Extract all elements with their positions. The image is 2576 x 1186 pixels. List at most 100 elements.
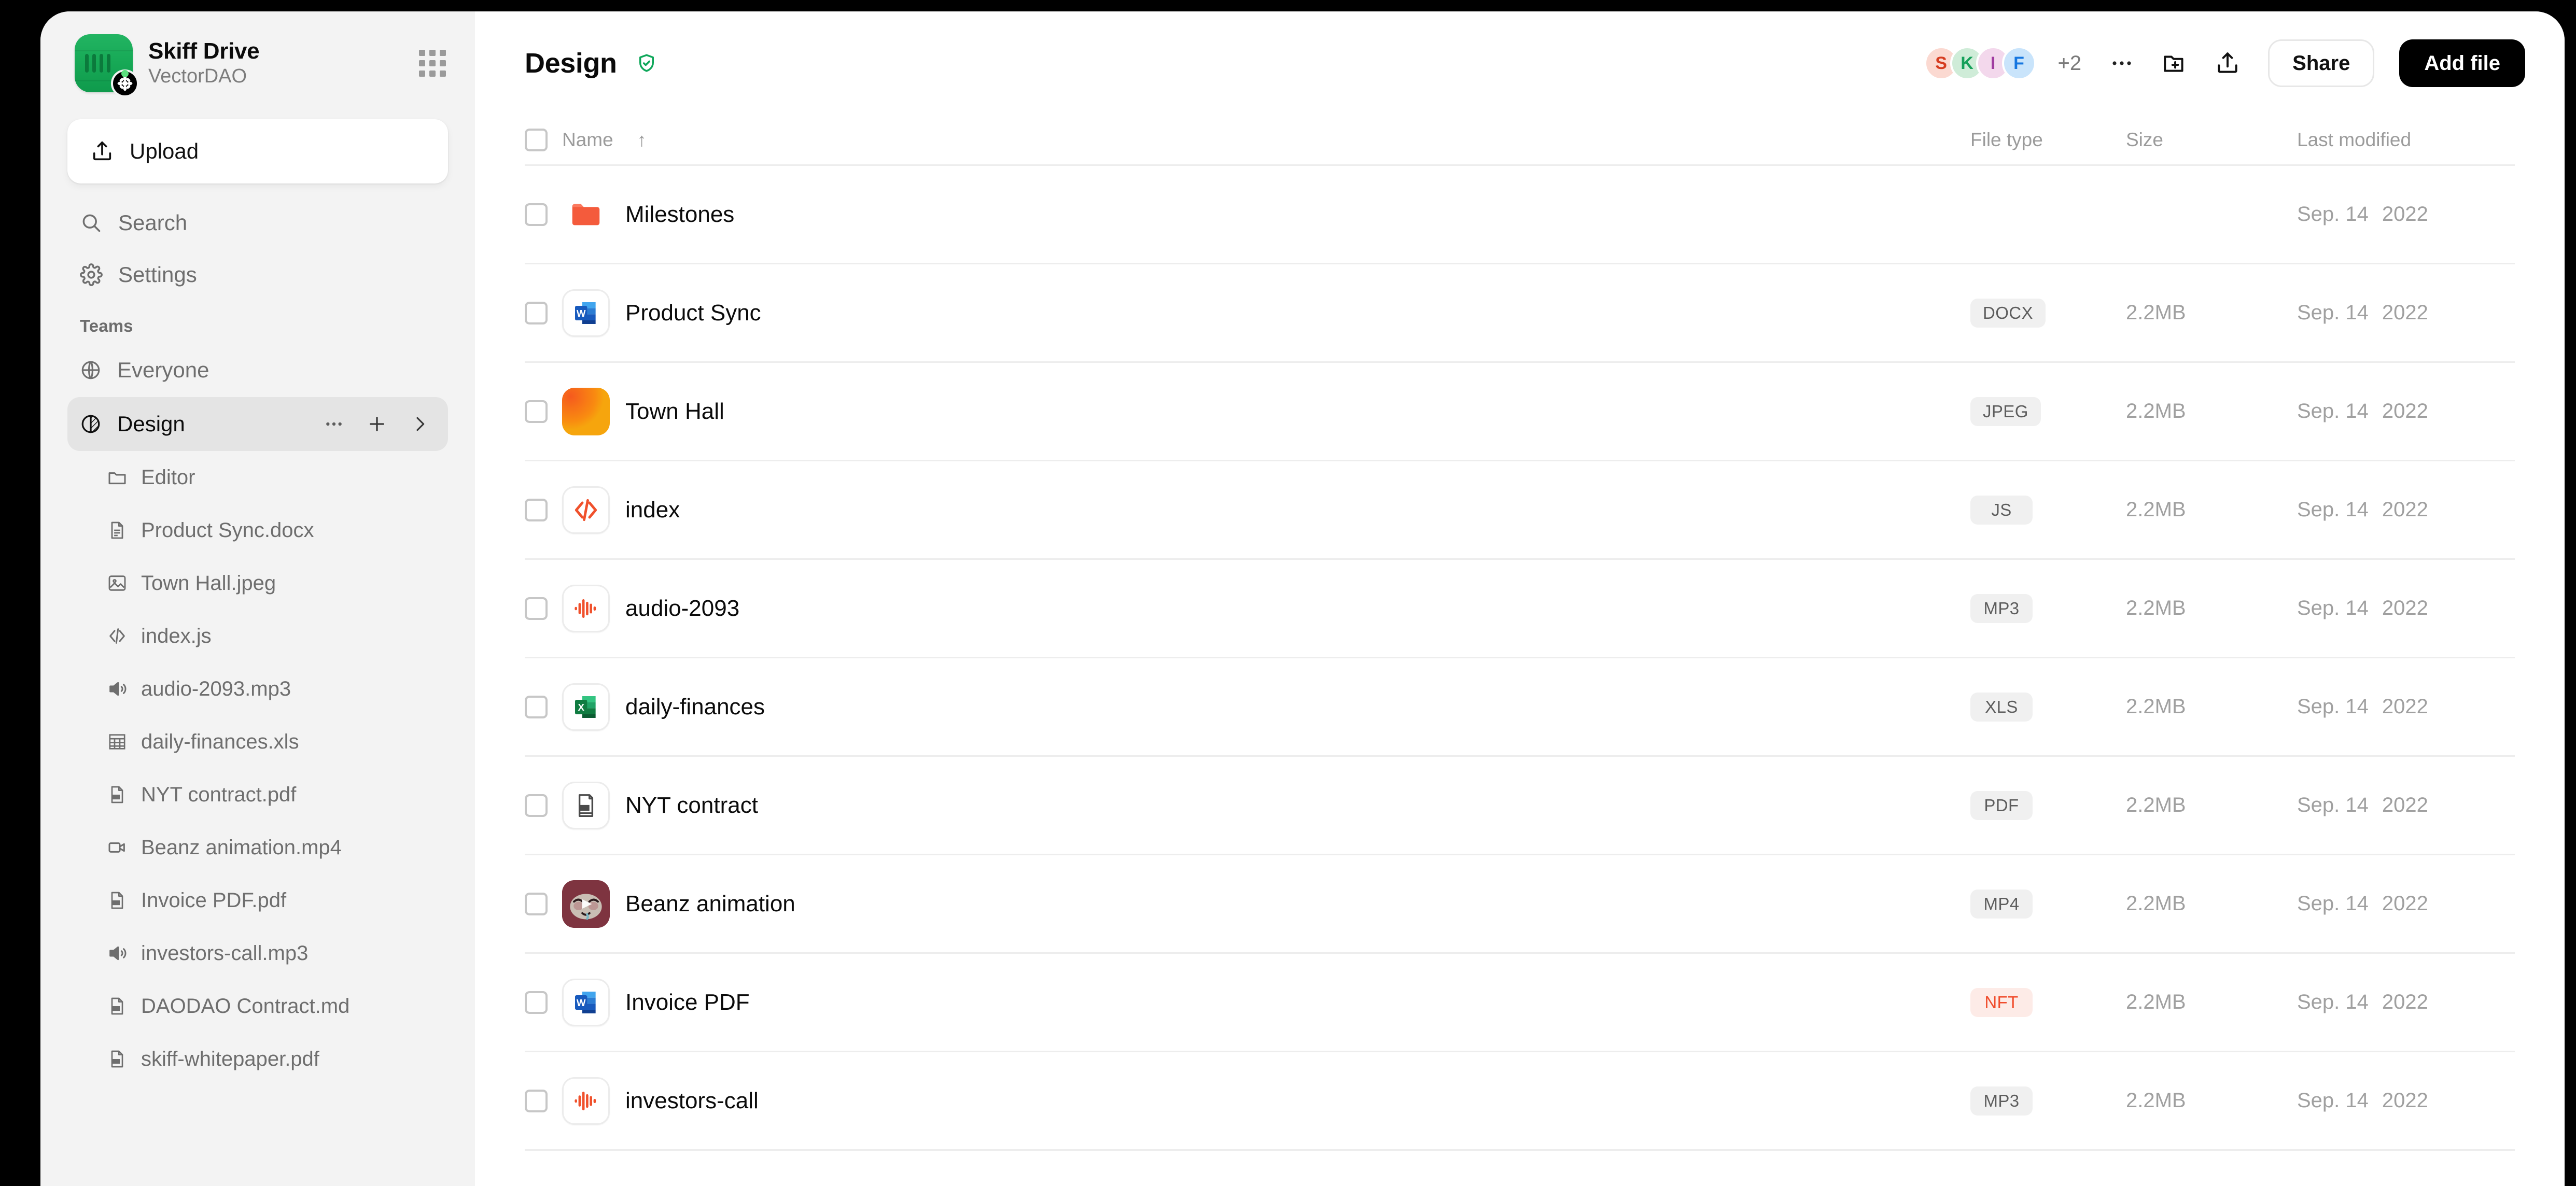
svg-text:W: W bbox=[577, 308, 586, 319]
share-button[interactable]: Share bbox=[2268, 39, 2375, 87]
sidebar-item-settings[interactable]: Settings bbox=[67, 249, 448, 301]
row-checkbox[interactable] bbox=[525, 695, 548, 718]
file-size: 2.2MB bbox=[2126, 498, 2186, 521]
table-row[interactable]: Beanz animation MP4 2.2MB Sep. 14 2022 bbox=[525, 855, 2515, 954]
file-date: Sep. 14 bbox=[2297, 695, 2369, 718]
file-type-badge: JS bbox=[1970, 495, 2033, 525]
file-date: Sep. 14 bbox=[2297, 400, 2369, 422]
upload-button[interactable]: Upload bbox=[67, 119, 448, 183]
apps-grid-icon[interactable] bbox=[419, 50, 446, 77]
list-item-label: Editor bbox=[141, 465, 195, 489]
list-item-label: audio-2093.mp3 bbox=[141, 677, 291, 700]
list-item-label: daily-finances.xls bbox=[141, 730, 299, 753]
select-all-checkbox[interactable] bbox=[525, 128, 548, 151]
row-checkbox[interactable] bbox=[525, 597, 548, 620]
file-date: Sep. 14 bbox=[2297, 1089, 2369, 1112]
sidebar-section-teams: Teams bbox=[80, 316, 133, 335]
list-item[interactable]: daily-finances.xls bbox=[67, 715, 448, 768]
table-row[interactable]: Town Hall JPEG 2.2MB Sep. 14 2022 bbox=[525, 363, 2515, 461]
list-item[interactable]: PDF skiff-whitepaper.pdf bbox=[67, 1033, 448, 1085]
file-date: Sep. 14 bbox=[2297, 794, 2369, 816]
column-header-file-type[interactable]: File type bbox=[1970, 129, 2043, 151]
top-bar: Design S K I F +2 Share Add file bbox=[475, 11, 2565, 115]
sidebar-item-design[interactable]: Design bbox=[67, 397, 448, 451]
avatar[interactable]: F bbox=[2001, 46, 2036, 80]
file-type-badge: MP3 bbox=[1970, 1086, 2033, 1116]
code-icon bbox=[562, 486, 610, 534]
waveform-icon bbox=[562, 1077, 610, 1125]
chevron-right-icon[interactable] bbox=[410, 414, 430, 434]
list-item-label: DAODAO Contract.md bbox=[141, 994, 350, 1018]
upload-icon[interactable] bbox=[2208, 44, 2247, 83]
sidebar-item-label: Everyone bbox=[117, 358, 209, 382]
app-window: Skiff Drive VectorDAO Upload Search Sett… bbox=[40, 11, 2565, 1186]
more-horizontal-icon[interactable] bbox=[2102, 44, 2141, 83]
file-type-badge: XLS bbox=[1970, 692, 2033, 722]
more-icon[interactable] bbox=[324, 414, 344, 434]
table-icon bbox=[107, 731, 128, 752]
file-table: Name ↑ File type Size Last modified Mile… bbox=[475, 115, 2565, 1151]
file-year: 2022 bbox=[2382, 794, 2428, 816]
sidebar-item-label: Settings bbox=[118, 262, 197, 287]
pdf-icon: PDF bbox=[107, 890, 128, 911]
row-checkbox[interactable] bbox=[525, 991, 548, 1014]
file-type-badge: MP3 bbox=[1970, 594, 2033, 623]
column-header-size[interactable]: Size bbox=[2126, 129, 2163, 151]
sort-ascending-icon[interactable]: ↑ bbox=[637, 129, 647, 151]
table-row[interactable]: W Product Sync DOCX 2.2MB Sep. 14 2022 bbox=[525, 264, 2515, 363]
table-row[interactable]: audio-2093 MP3 2.2MB Sep. 14 2022 bbox=[525, 560, 2515, 658]
file-type-badge: PDF bbox=[1970, 790, 2033, 820]
file-date: Sep. 14 bbox=[2297, 301, 2369, 324]
row-checkbox[interactable] bbox=[525, 400, 548, 423]
word-icon: W bbox=[562, 978, 610, 1026]
list-item[interactable]: audio-2093.mp3 bbox=[67, 662, 448, 715]
collaborator-avatars[interactable]: S K I F bbox=[1924, 46, 2036, 80]
workspace-badge-icon bbox=[111, 69, 139, 97]
table-row[interactable]: index JS 2.2MB Sep. 14 2022 bbox=[525, 461, 2515, 560]
table-row[interactable]: X daily-finances XLS 2.2MB Sep. 14 2022 bbox=[525, 658, 2515, 757]
row-checkbox[interactable] bbox=[525, 498, 548, 521]
file-type-badge: NFT bbox=[1970, 987, 2033, 1017]
list-item-label: skiff-whitepaper.pdf bbox=[141, 1047, 319, 1070]
list-item[interactable]: PDF NYT contract.pdf bbox=[67, 768, 448, 821]
sidebar-item-search[interactable]: Search bbox=[67, 197, 448, 249]
list-item[interactable]: Editor bbox=[67, 451, 448, 504]
speaker-icon bbox=[107, 943, 128, 964]
column-header-name[interactable]: Name bbox=[562, 129, 613, 151]
row-checkbox[interactable] bbox=[525, 794, 548, 817]
shield-check-icon bbox=[636, 52, 657, 74]
workspace-header[interactable]: Skiff Drive VectorDAO bbox=[40, 11, 475, 97]
gear-icon bbox=[80, 263, 103, 286]
list-item[interactable]: Town Hall.jpeg bbox=[67, 557, 448, 610]
list-item[interactable]: MD DAODAO Contract.md bbox=[67, 980, 448, 1033]
add-file-button[interactable]: Add file bbox=[2399, 39, 2525, 87]
list-item[interactable]: PDF Invoice PDF.pdf bbox=[67, 874, 448, 927]
table-row[interactable]: Milestones Sep. 14 2022 bbox=[525, 166, 2515, 264]
row-checkbox[interactable] bbox=[525, 301, 548, 324]
file-type-badge: DOCX bbox=[1970, 298, 2046, 328]
avatar-initial: S bbox=[1935, 53, 1947, 73]
sidebar-item-everyone[interactable]: Everyone bbox=[67, 343, 448, 397]
svg-text:W: W bbox=[577, 997, 586, 1008]
plus-icon[interactable] bbox=[366, 413, 388, 435]
table-row[interactable]: W Invoice PDF NFT 2.2MB Sep. 14 2022 bbox=[525, 954, 2515, 1052]
list-item[interactable]: Product Sync.docx bbox=[67, 504, 448, 557]
row-checkbox[interactable] bbox=[525, 203, 548, 226]
column-header-last-modified[interactable]: Last modified bbox=[2297, 129, 2411, 151]
folder-plus-icon[interactable] bbox=[2155, 44, 2194, 83]
speaker-icon bbox=[107, 679, 128, 699]
folder-icon bbox=[107, 467, 128, 488]
table-row[interactable]: investors-call MP3 2.2MB Sep. 14 2022 bbox=[525, 1052, 2515, 1151]
sidebar-item-label: Design bbox=[117, 412, 185, 436]
list-item[interactable]: investors-call.mp3 bbox=[67, 927, 448, 980]
row-checkbox[interactable] bbox=[525, 1089, 548, 1112]
list-item[interactable]: Beanz animation.mp4 bbox=[67, 821, 448, 874]
file-size: 2.2MB bbox=[2126, 400, 2186, 422]
row-checkbox[interactable] bbox=[525, 892, 548, 915]
list-item[interactable]: index.js bbox=[67, 610, 448, 662]
avatar-overflow-count[interactable]: +2 bbox=[2058, 52, 2082, 75]
code-icon bbox=[107, 626, 128, 646]
table-row[interactable]: PDF NYT contract PDF 2.2MB Sep. 14 2022 bbox=[525, 757, 2515, 855]
search-icon bbox=[80, 211, 103, 234]
md-icon: MD bbox=[107, 996, 128, 1016]
